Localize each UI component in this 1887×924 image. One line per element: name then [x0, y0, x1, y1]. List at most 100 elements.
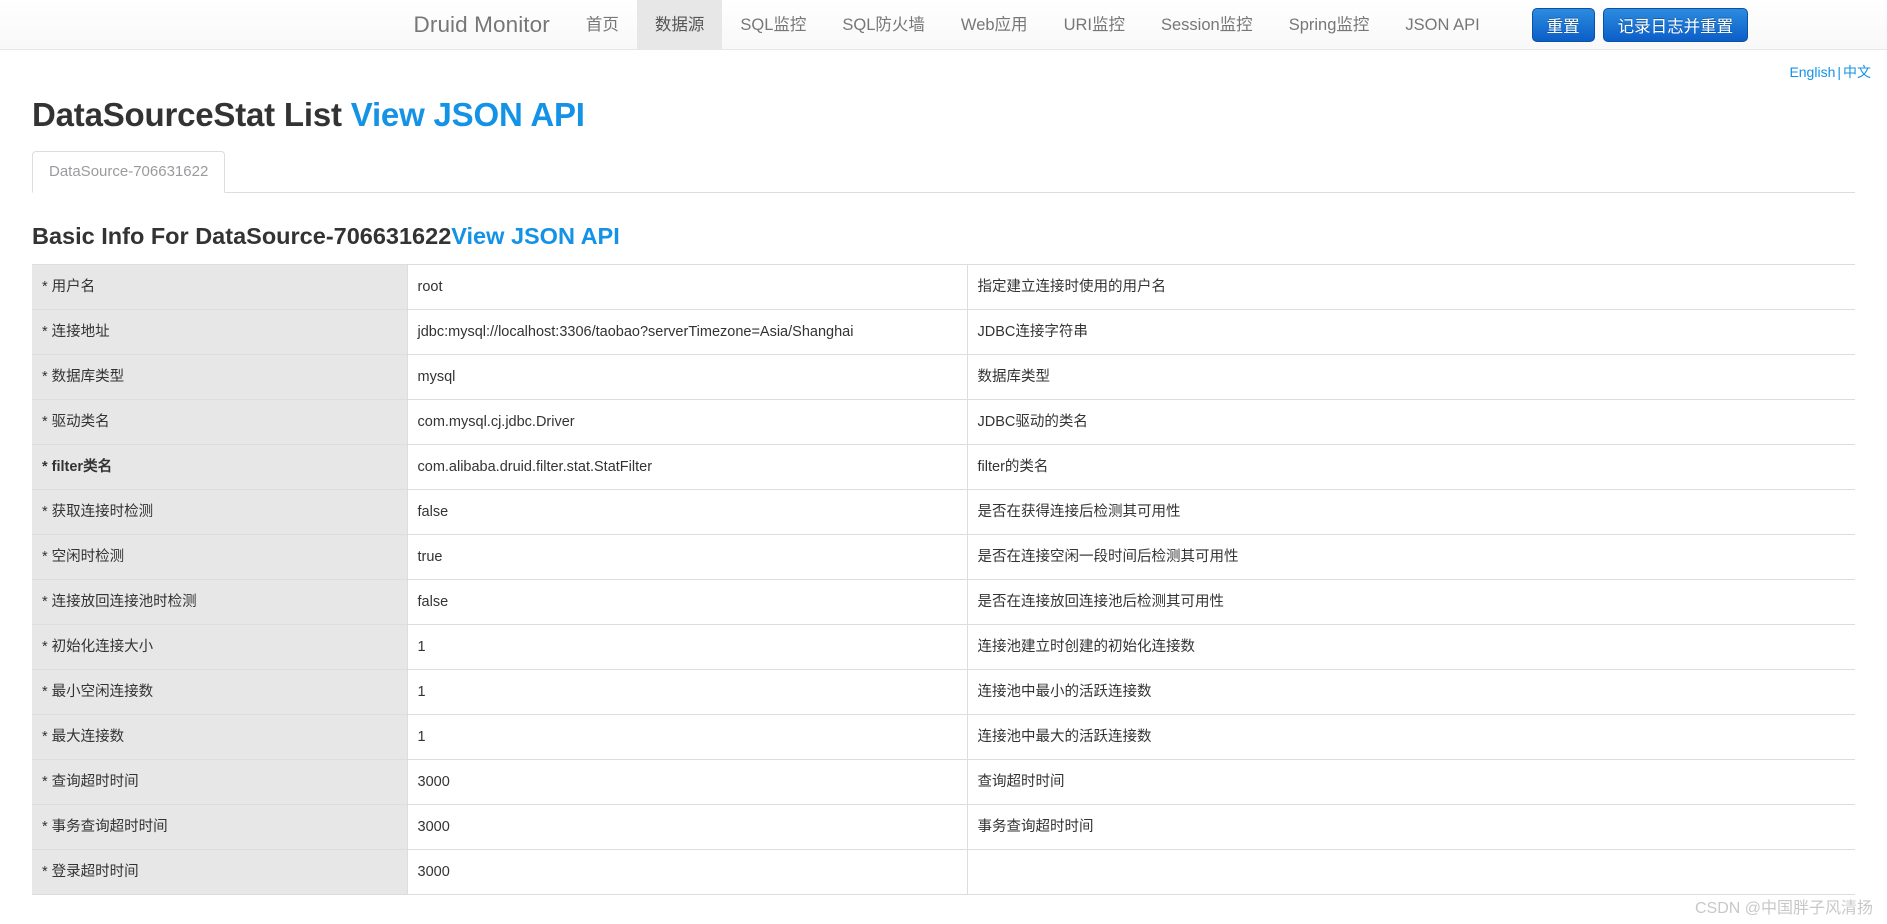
row-key-label: 最小空闲连接数: [51, 684, 154, 700]
row-desc-cell: 事务查询超时时间: [967, 804, 1855, 850]
page-title-text: DataSourceStat List: [32, 96, 342, 133]
required-star-icon: *: [42, 504, 48, 520]
required-star-icon: *: [42, 819, 48, 835]
view-json-api-link-top[interactable]: View JSON API: [351, 96, 585, 133]
table-row: * 最小空闲连接数 1 连接池中最小的活跃连接数: [32, 669, 1855, 715]
table-row: * 用户名 root 指定建立连接时使用的用户名: [32, 264, 1855, 310]
row-value-cell: 3000: [407, 759, 968, 805]
lang-separator: |: [1837, 64, 1841, 80]
row-value-cell: 3000: [407, 804, 968, 850]
row-desc-cell: JDBC驱动的类名: [967, 399, 1855, 445]
row-key-cell: * 初始化连接大小: [32, 624, 408, 670]
nav-link-7[interactable]: Spring监控: [1271, 0, 1388, 49]
table-row: * 初始化连接大小 1 连接池建立时创建的初始化连接数: [32, 624, 1855, 670]
main-container: DataSourceStat List View JSON API DataSo…: [16, 96, 1871, 895]
table-row: * 驱动类名 com.mysql.cj.jdbc.Driver JDBC驱动的类名: [32, 399, 1855, 445]
row-value-cell: false: [407, 579, 968, 625]
row-value-cell: com.alibaba.druid.filter.stat.StatFilter: [407, 444, 968, 490]
table-row: * 连接地址 jdbc:mysql://localhost:3306/taobao?…: [32, 309, 1855, 355]
reset-button[interactable]: 重置: [1531, 7, 1595, 42]
lang-chinese-link[interactable]: 中文: [1843, 64, 1871, 80]
row-key-label: 连接地址: [51, 324, 110, 340]
nav-link-4[interactable]: Web应用: [943, 0, 1046, 49]
nav-link-6[interactable]: Session监控: [1143, 0, 1271, 49]
nav-link-1[interactable]: 数据源: [636, 0, 723, 49]
nav-buttons: 重置 记录日志并重置: [1531, 0, 1749, 49]
row-key-label: 连接放回连接池时检测: [51, 594, 197, 610]
row-value-cell: true: [407, 534, 968, 580]
required-star-icon: *: [42, 414, 48, 430]
page-root: Druid Monitor 首页 数据源 SQL监控 SQL防火墙 Web应用 URI监控…: [0, 0, 1887, 924]
row-key-label: 驱动类名: [51, 414, 110, 430]
required-star-icon: *: [42, 774, 48, 790]
row-desc-cell: 连接池建立时创建的初始化连接数: [967, 624, 1855, 670]
row-key-cell: * 空闲时检测: [32, 534, 408, 580]
row-key-label: 获取连接时检测: [51, 504, 154, 520]
lang-english-link[interactable]: English: [1789, 64, 1835, 80]
row-value-cell: mysql: [407, 354, 968, 400]
row-key-label: 事务查询超时时间: [51, 819, 168, 835]
nav-link-0[interactable]: 首页: [568, 0, 637, 49]
row-key-cell: * 最小空闲连接数: [32, 669, 408, 715]
row-value-cell: root: [407, 264, 968, 310]
section-title-text: Basic Info For DataSource-706631622: [32, 223, 452, 249]
row-key-cell: * 获取连接时检测: [32, 489, 408, 535]
csdn-watermark: CSDN @中国胖子风清扬: [1694, 900, 1873, 917]
table-row: * 获取连接时检测 false 是否在获得连接后检测其可用性: [32, 489, 1855, 535]
section-title: Basic Info For DataSource-706631622View …: [32, 223, 1855, 250]
required-star-icon: *: [42, 549, 48, 565]
row-desc-cell: [967, 849, 1855, 895]
row-desc-cell: 是否在连接空闲一段时间后检测其可用性: [967, 534, 1855, 580]
required-star-icon: *: [42, 639, 48, 655]
row-desc-cell: 连接池中最小的活跃连接数: [967, 669, 1855, 715]
table-row: * 数据库类型 mysql 数据库类型: [32, 354, 1855, 400]
table-row: * 查询超时时间 3000 查询超时时间: [32, 759, 1855, 805]
row-key-cell: * filter类名: [32, 444, 408, 490]
row-key-label: 最大连接数: [51, 729, 125, 745]
language-switcher: English | 中文: [16, 50, 1871, 82]
datasource-tab-0[interactable]: DataSource-706631622: [32, 151, 226, 193]
row-value-cell: com.mysql.cj.jdbc.Driver: [407, 399, 968, 445]
row-desc-cell: 指定建立连接时使用的用户名: [967, 264, 1855, 310]
row-key-cell: * 最大连接数: [32, 714, 408, 760]
row-value-cell: 1: [407, 714, 968, 760]
row-key-label: filter类名: [51, 459, 113, 475]
nav-link-3[interactable]: SQL防火墙: [824, 0, 943, 49]
required-star-icon: *: [42, 279, 48, 295]
required-star-icon: *: [42, 729, 48, 745]
row-key-cell: * 驱动类名: [32, 399, 408, 445]
table-row: * 事务查询超时时间 3000 事务查询超时时间: [32, 804, 1855, 850]
required-star-icon: *: [42, 324, 48, 340]
row-desc-cell: 是否在获得连接后检测其可用性: [967, 489, 1855, 535]
table-row: * 最大连接数 1 连接池中最大的活跃连接数: [32, 714, 1855, 760]
view-json-api-link-section[interactable]: View JSON API: [451, 223, 619, 249]
row-key-cell: * 连接放回连接池时检测: [32, 579, 408, 625]
row-key-label: 数据库类型: [51, 369, 125, 385]
log-and-reset-button[interactable]: 记录日志并重置: [1602, 7, 1749, 42]
row-key-cell: * 用户名: [32, 264, 408, 310]
table-row: * 登录超时时间 3000: [32, 849, 1855, 895]
required-star-icon: *: [42, 459, 48, 475]
nav-link-2[interactable]: SQL监控: [722, 0, 824, 49]
top-navbar: Druid Monitor 首页 数据源 SQL监控 SQL防火墙 Web应用 URI监控…: [0, 0, 1887, 50]
nav-link-8[interactable]: JSON API: [1387, 0, 1497, 49]
row-desc-cell: JDBC连接字符串: [967, 309, 1855, 355]
row-value-cell: false: [407, 489, 968, 535]
table-row: * 连接放回连接池时检测 false 是否在连接放回连接池后检测其可用性: [32, 579, 1855, 625]
row-key-label: 空闲时检测: [51, 549, 125, 565]
nav-link-5[interactable]: URI监控: [1046, 0, 1143, 49]
row-desc-cell: filter的类名: [967, 444, 1855, 490]
row-key-cell: * 事务查询超时时间: [32, 804, 408, 850]
row-key-cell: * 查询超时时间: [32, 759, 408, 805]
page-title: DataSourceStat List View JSON API: [32, 96, 1855, 134]
row-key-cell: * 登录超时时间: [32, 849, 408, 895]
brand-title[interactable]: Druid Monitor: [414, 0, 568, 49]
row-desc-cell: 是否在连接放回连接池后检测其可用性: [967, 579, 1855, 625]
table-row: * filter类名 com.alibaba.druid.filter.stat.S…: [32, 444, 1855, 490]
row-key-label: 登录超时时间: [51, 864, 139, 880]
row-value-cell: 1: [407, 669, 968, 715]
row-value-cell: jdbc:mysql://localhost:3306/taobao?serve…: [407, 309, 968, 355]
row-key-label: 用户名: [51, 279, 96, 295]
row-key-label: 初始化连接大小: [51, 639, 154, 655]
required-star-icon: *: [42, 864, 48, 880]
